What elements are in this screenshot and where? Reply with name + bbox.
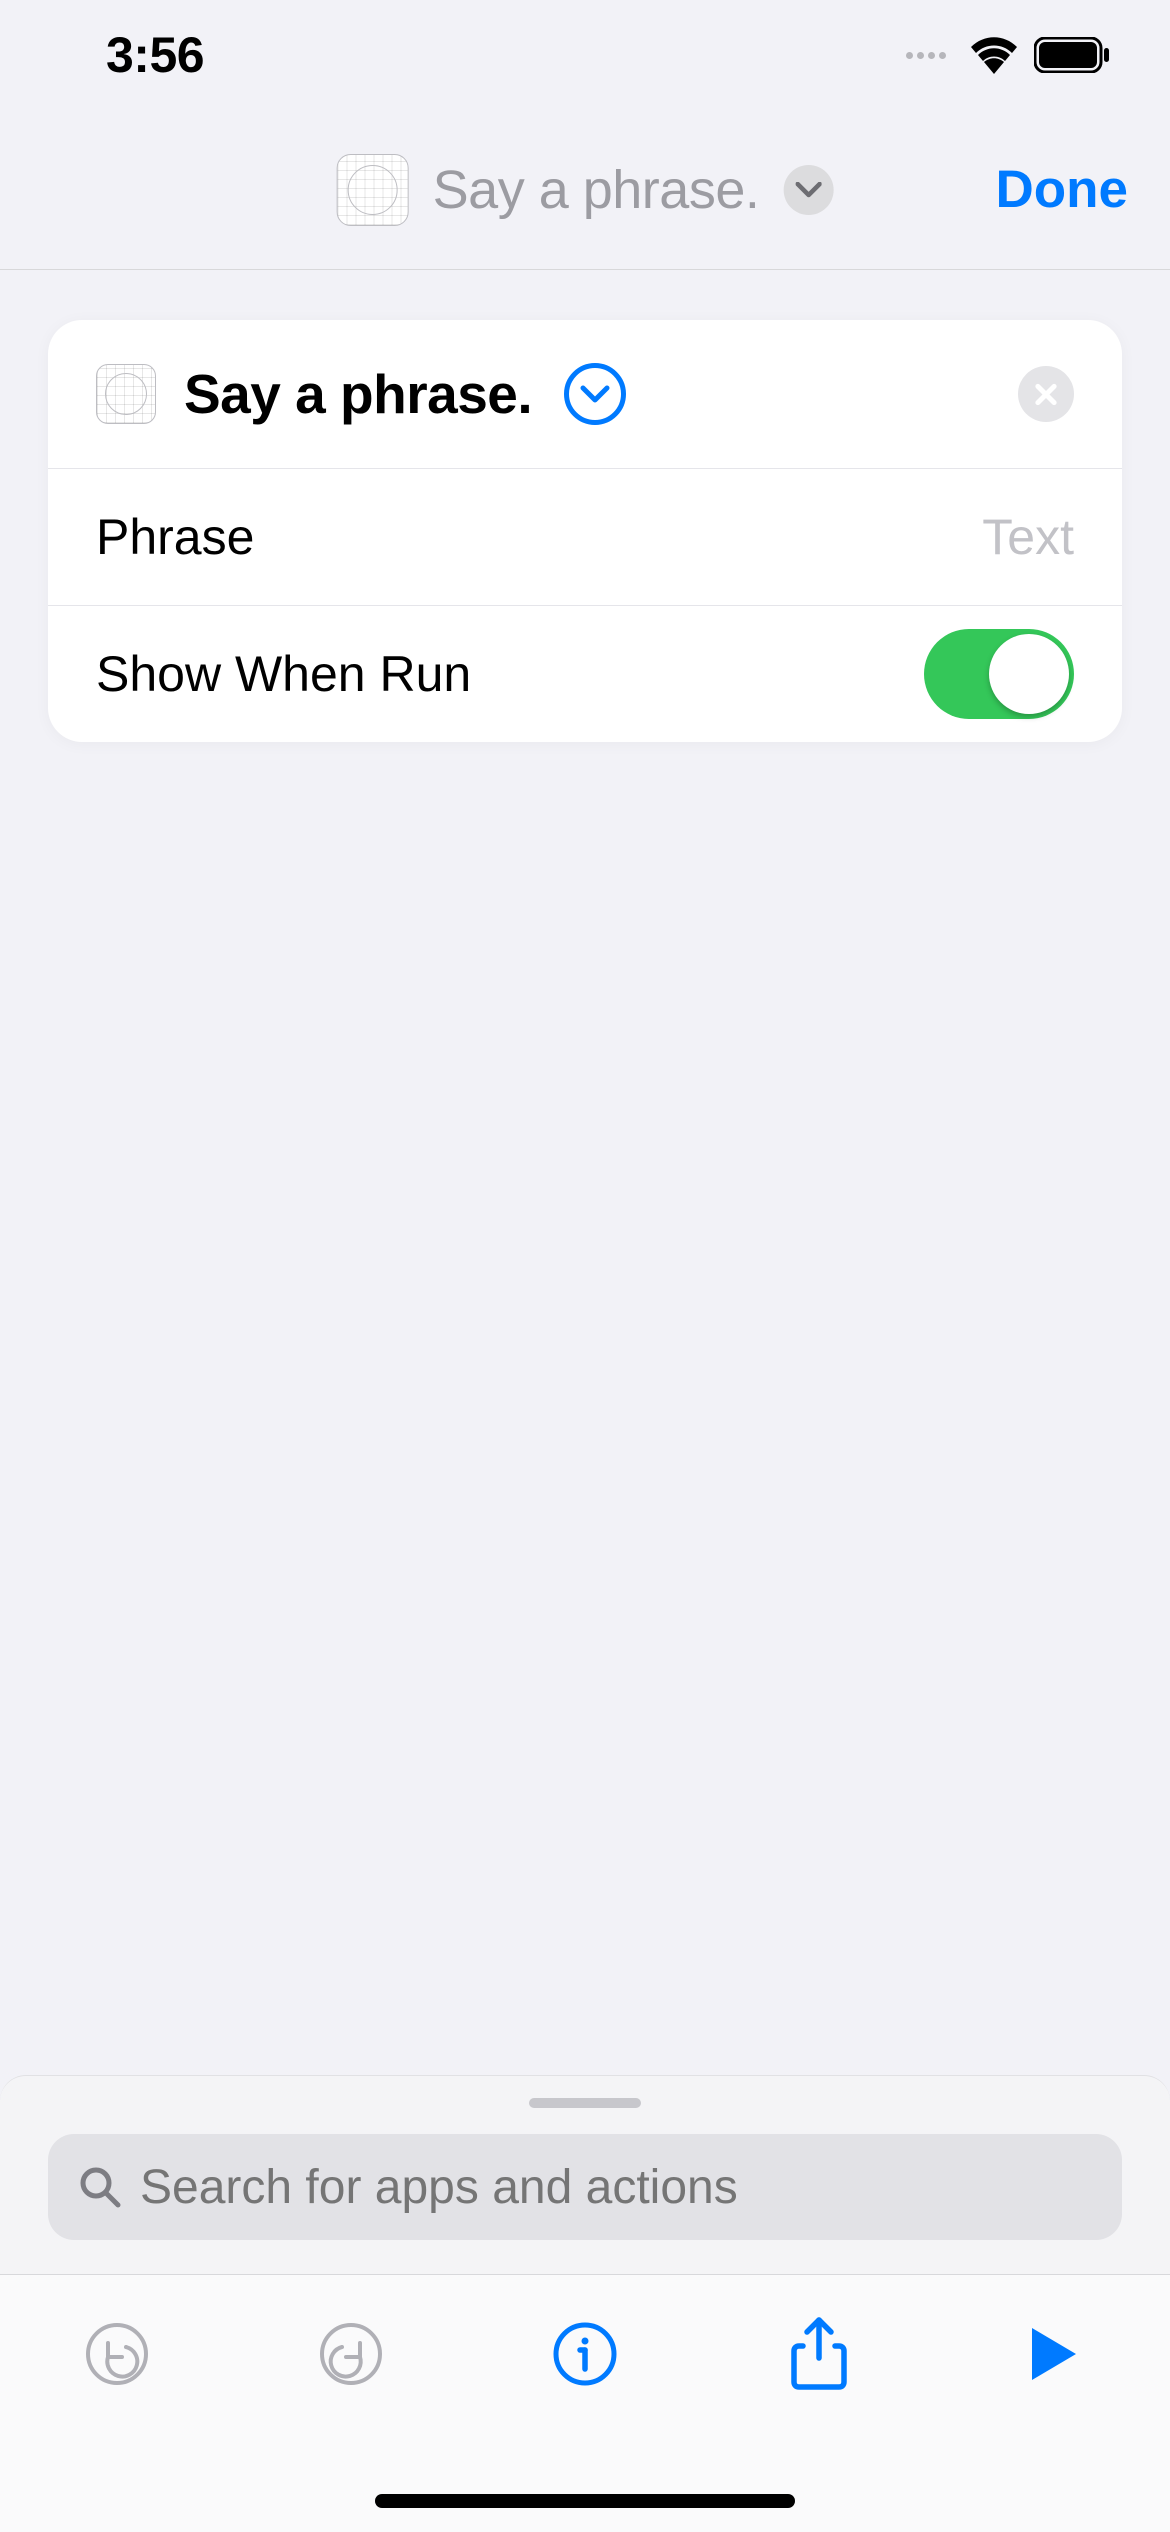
phrase-row[interactable]: Phrase Text bbox=[48, 469, 1122, 605]
status-time: 3:56 bbox=[106, 26, 204, 84]
search-field[interactable] bbox=[48, 2134, 1122, 2240]
run-button[interactable] bbox=[1016, 2317, 1090, 2391]
title-menu-button[interactable] bbox=[783, 165, 833, 215]
phrase-value-placeholder[interactable]: Text bbox=[982, 508, 1074, 566]
status-bar: 3:56 bbox=[0, 0, 1170, 110]
status-right bbox=[906, 36, 1110, 74]
chevron-down-icon bbox=[795, 182, 821, 198]
action-header-row[interactable]: Say a phrase. bbox=[48, 320, 1122, 468]
drag-handle[interactable] bbox=[529, 2098, 641, 2108]
search-icon bbox=[78, 2165, 122, 2209]
nav-header: Say a phrase. Done bbox=[0, 110, 1170, 270]
cellular-dots-icon bbox=[906, 52, 946, 59]
share-icon bbox=[789, 2316, 849, 2392]
wifi-icon bbox=[968, 36, 1020, 74]
play-icon bbox=[1026, 2324, 1080, 2384]
redo-button[interactable] bbox=[314, 2317, 388, 2391]
info-button[interactable] bbox=[548, 2317, 622, 2391]
nav-center[interactable]: Say a phrase. bbox=[337, 154, 834, 226]
actions-search-panel[interactable] bbox=[0, 2075, 1170, 2274]
action-card: Say a phrase. Phrase Text Show When Run bbox=[48, 320, 1122, 742]
share-button[interactable] bbox=[782, 2317, 856, 2391]
delete-action-button[interactable] bbox=[1018, 366, 1074, 422]
done-button[interactable]: Done bbox=[996, 159, 1129, 220]
home-indicator[interactable] bbox=[375, 2494, 795, 2508]
undo-icon bbox=[84, 2321, 150, 2387]
shortcut-icon bbox=[337, 154, 409, 226]
show-when-run-label: Show When Run bbox=[96, 645, 471, 703]
action-options-button[interactable] bbox=[564, 363, 626, 425]
action-title: Say a phrase. bbox=[184, 362, 532, 426]
search-input[interactable] bbox=[140, 2160, 1092, 2215]
undo-button[interactable] bbox=[80, 2317, 154, 2391]
phrase-label: Phrase bbox=[96, 508, 254, 566]
chevron-down-icon bbox=[580, 385, 610, 403]
redo-icon bbox=[318, 2321, 384, 2387]
battery-icon bbox=[1034, 37, 1110, 73]
info-icon bbox=[552, 2321, 618, 2387]
shortcut-icon bbox=[96, 364, 156, 424]
nav-title: Say a phrase. bbox=[433, 159, 760, 221]
show-when-run-row: Show When Run bbox=[48, 606, 1122, 742]
show-when-run-toggle[interactable] bbox=[924, 629, 1074, 719]
